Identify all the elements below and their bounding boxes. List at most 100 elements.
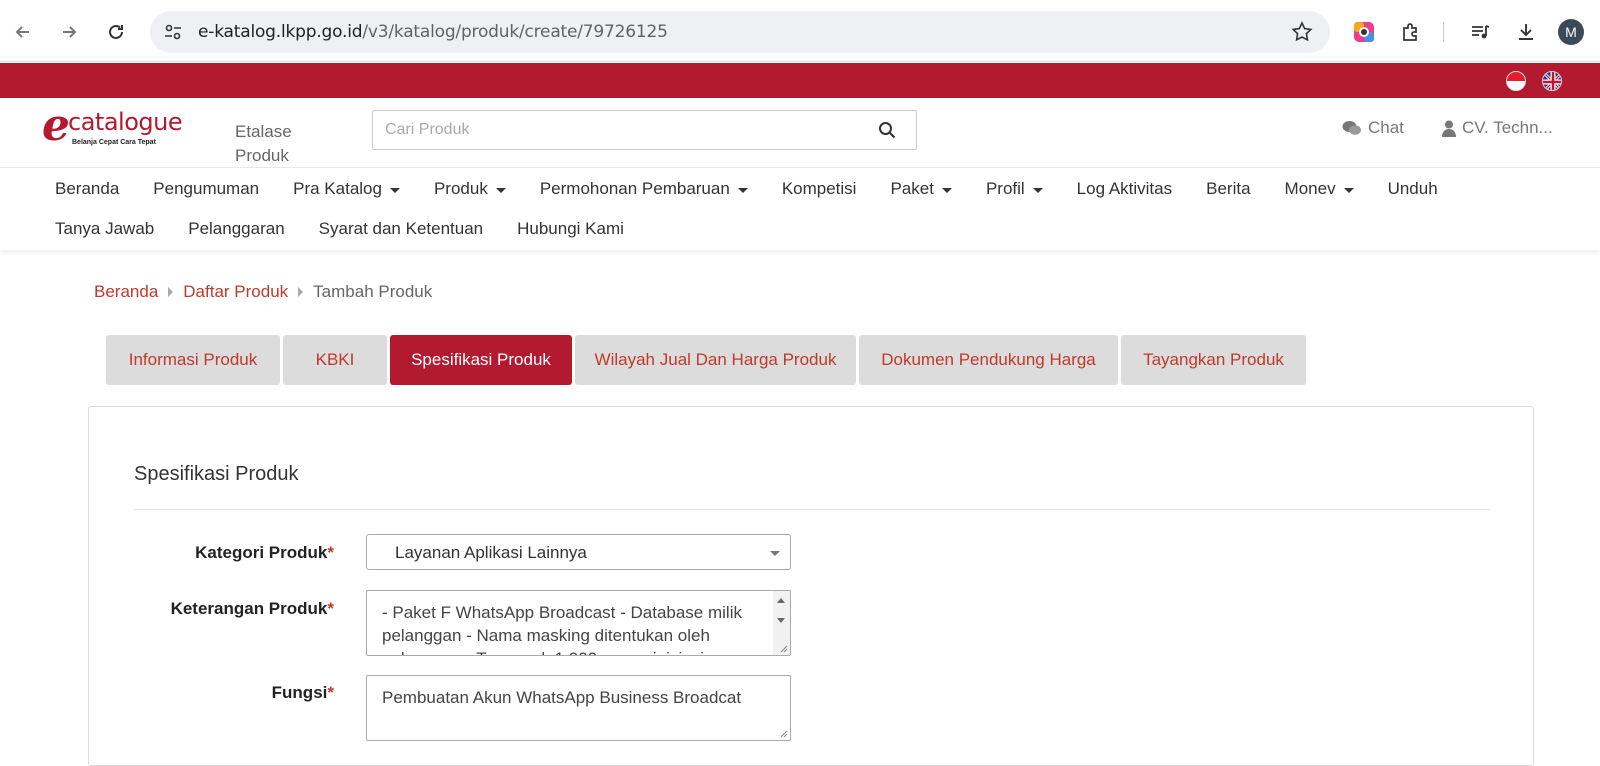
product-search-input[interactable]: Cari Produk — [372, 110, 917, 150]
kategori-produk-value: Layanan Aplikasi Lainnya — [395, 543, 587, 562]
tab-tayangkan-produk[interactable]: Tayangkan Produk — [1121, 335, 1306, 385]
nav-item-label: Profil — [985, 179, 1025, 198]
nav-item-berita[interactable]: Berita — [1189, 178, 1267, 200]
uk-flag-icon[interactable] — [1542, 71, 1562, 91]
main-navigation: Beranda Pengumuman Pra Katalog Produk Permoh… — [0, 168, 1600, 250]
user-label: CV. Techn... — [1462, 118, 1553, 137]
nav-item-label: Pengumuman — [153, 179, 260, 198]
tab-dokumen-pendukung-harga[interactable]: Dokumen Pendukung Harga — [859, 335, 1118, 385]
fungsi-label: Fungsi* — [271, 683, 334, 702]
caret-down-icon — [495, 187, 506, 193]
caret-down-icon — [1343, 187, 1354, 193]
site-header: e catalogue Belanja Cepat Cara Tepat Eta… — [0, 98, 1600, 168]
top-language-bar — [0, 63, 1600, 98]
search-placeholder: Cari Produk — [385, 121, 470, 138]
nav-item-label: Beranda — [55, 179, 120, 198]
media-playlist-icon[interactable] — [1466, 18, 1494, 46]
keterangan-produk-text: - Paket F WhatsApp Broadcast - Database … — [382, 603, 742, 655]
keterangan-produk-label: Keterangan Produk* — [170, 599, 334, 618]
nav-item-label: Berita — [1206, 179, 1251, 198]
ecatalogue-logo[interactable]: e catalogue Belanja Cepat Cara Tepat — [42, 100, 183, 151]
breadcrumb-current: Tambah Produk — [313, 282, 433, 301]
nav-item-hubungi-kami[interactable]: Hubungi Kami — [500, 218, 641, 240]
tab-kbki[interactable]: KBKI — [283, 335, 387, 385]
nav-row-1: Beranda Pengumuman Pra Katalog Produk Permoh… — [38, 178, 1455, 200]
search-icon[interactable] — [878, 121, 896, 139]
tab-informasi-produk[interactable]: Informasi Produk — [106, 335, 280, 385]
profile-avatar[interactable]: M — [1558, 19, 1584, 45]
section-divider — [134, 509, 1490, 510]
chat-label: Chat — [1368, 118, 1404, 137]
keterangan-produk-textarea[interactable]: - Paket F WhatsApp Broadcast - Database … — [366, 590, 791, 656]
nav-item-syarat-dan-ketentuan[interactable]: Syarat dan Ketentuan — [302, 218, 500, 240]
back-icon[interactable] — [9, 18, 37, 46]
nav-item-label: Pra Katalog — [293, 179, 382, 198]
nav-item-monev[interactable]: Monev — [1268, 178, 1371, 200]
breadcrumb-separator-icon — [298, 287, 304, 297]
forward-icon[interactable] — [55, 18, 83, 46]
download-icon[interactable] — [1512, 18, 1540, 46]
section-title: Spesifikasi Produk — [134, 463, 299, 485]
nav-item-label: Kompetisi — [781, 179, 857, 198]
nav-item-label: Paket — [890, 179, 934, 198]
chevron-down-icon — [770, 551, 780, 556]
nav-item-tanya-jawab[interactable]: Tanya Jawab — [38, 218, 171, 240]
breadcrumb-daftar-produk[interactable]: Daftar Produk — [183, 282, 288, 302]
nav-item-label: Monev — [1284, 179, 1336, 198]
browser-toolbar: e-katalog.lkpp.go.id/v3/katalog/produk/c… — [0, 0, 1600, 62]
nav-item-unduh[interactable]: Unduh — [1371, 178, 1455, 200]
caret-down-icon — [941, 187, 952, 193]
product-form-tabs: Informasi Produk KBKI Spesifikasi Produk… — [106, 335, 1306, 385]
nav-item-label: Permohonan Pembaruan — [539, 179, 730, 198]
nav-item-label: Syarat dan Ketentuan — [318, 219, 484, 238]
nav-item-label: Hubungi Kami — [517, 219, 624, 238]
caret-down-icon — [389, 187, 400, 193]
nav-item-label: Log Aktivitas — [1076, 179, 1173, 198]
nav-item-label: Unduh — [1387, 179, 1438, 198]
scroll-up-icon[interactable] — [777, 598, 785, 603]
indonesia-flag-icon[interactable] — [1506, 71, 1526, 91]
caret-down-icon — [737, 187, 748, 193]
chat-link[interactable]: Chat — [1342, 118, 1404, 138]
nav-item-kompetisi[interactable]: Kompetisi — [765, 178, 874, 200]
kategori-produk-select[interactable]: Layanan Aplikasi Lainnya — [366, 534, 791, 570]
resize-grip-icon[interactable] — [778, 728, 788, 738]
user-icon — [1442, 120, 1456, 137]
reload-icon[interactable] — [102, 18, 130, 46]
color-picker-extension-icon[interactable] — [1350, 18, 1378, 46]
toolbar-divider — [1443, 22, 1444, 42]
nav-item-log-aktivitas[interactable]: Log Aktivitas — [1060, 178, 1189, 200]
breadcrumb-separator-icon — [168, 287, 174, 297]
extensions-puzzle-icon[interactable] — [1397, 18, 1425, 46]
caret-down-icon — [1032, 187, 1043, 193]
nav-item-pra-katalog[interactable]: Pra Katalog — [276, 178, 417, 200]
breadcrumb-home[interactable]: Beranda — [94, 282, 158, 302]
nav-item-profil[interactable]: Profil — [969, 178, 1060, 200]
nav-item-permohonan-pembaruan[interactable]: Permohonan Pembaruan — [523, 178, 765, 200]
address-bar[interactable]: e-katalog.lkpp.go.id/v3/katalog/produk/c… — [150, 11, 1330, 53]
chat-icon — [1342, 120, 1361, 135]
fungsi-textarea[interactable]: Pembuatan Akun WhatsApp Business Broadca… — [366, 675, 791, 741]
nav-item-pelanggaran[interactable]: Pelanggaran — [171, 218, 301, 240]
etalase-produk-link[interactable]: Etalase Produk — [235, 120, 315, 168]
nav-item-label: Produk — [433, 179, 488, 198]
fungsi-text: Pembuatan Akun WhatsApp Business Broadca… — [382, 688, 742, 707]
nav-row-2: Tanya Jawab Pelanggaran Syarat dan Ketentu… — [38, 218, 641, 240]
user-account-menu[interactable]: CV. Techn... — [1442, 118, 1553, 138]
tab-spesifikasi-produk[interactable]: Spesifikasi Produk — [390, 335, 572, 385]
nav-item-pengumuman[interactable]: Pengumuman — [136, 178, 276, 200]
spesifikasi-panel: Spesifikasi Produk Kategori Produk* Laya… — [88, 406, 1534, 766]
nav-item-produk[interactable]: Produk — [417, 178, 523, 200]
site-settings-icon[interactable] — [162, 21, 184, 43]
url-text: e-katalog.lkpp.go.id/v3/katalog/produk/c… — [198, 22, 668, 42]
nav-item-label: Pelanggaran — [188, 219, 285, 238]
nav-item-label: Tanya Jawab — [55, 219, 155, 238]
kategori-produk-label: Kategori Produk* — [195, 543, 334, 562]
breadcrumb: Beranda Daftar Produk Tambah Produk — [94, 282, 432, 302]
tab-wilayah-jual-harga[interactable]: Wilayah Jual Dan Harga Produk — [575, 335, 856, 385]
nav-item-paket[interactable]: Paket — [873, 178, 968, 200]
bookmark-star-icon[interactable] — [1290, 20, 1314, 44]
nav-item-beranda[interactable]: Beranda — [38, 178, 136, 200]
resize-grip-icon[interactable] — [778, 643, 788, 653]
scroll-down-icon[interactable] — [777, 618, 785, 623]
